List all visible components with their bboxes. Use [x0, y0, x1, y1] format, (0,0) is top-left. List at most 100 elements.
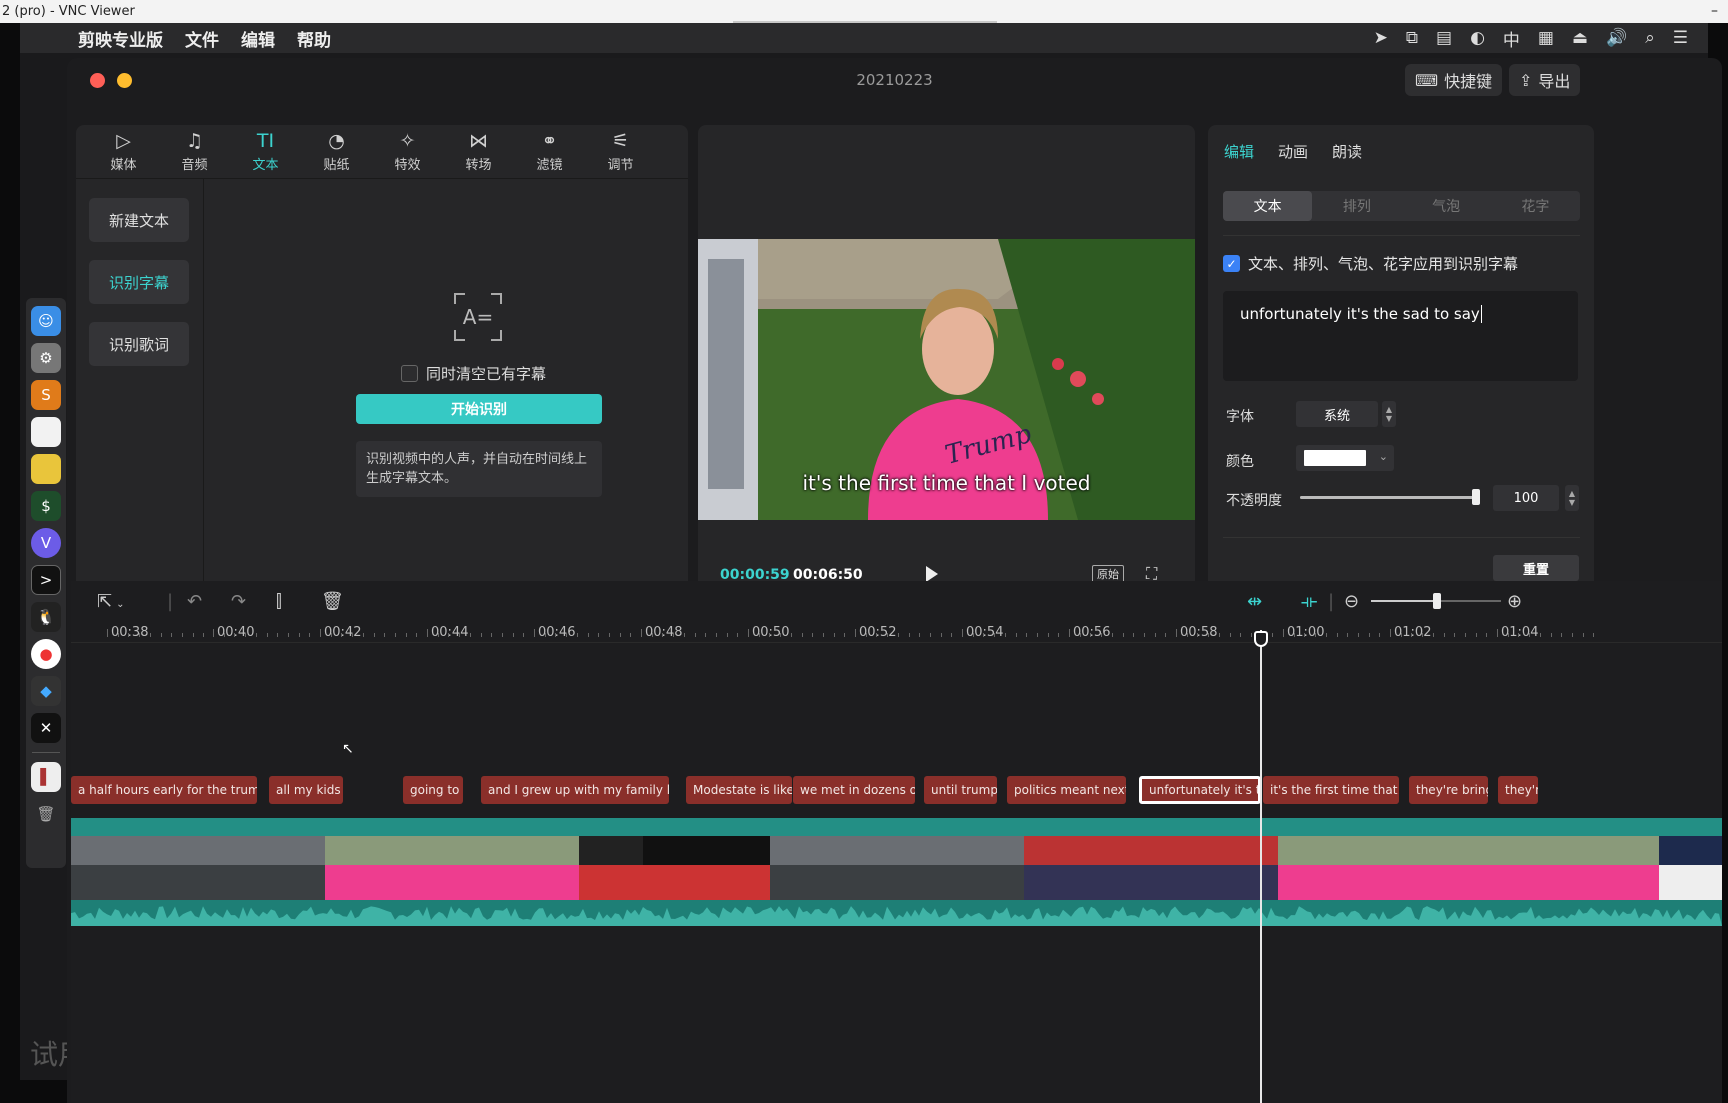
activity-icon[interactable]: $ [31, 491, 61, 521]
main-video-track[interactable] [71, 818, 1722, 926]
tool-text[interactable]: TI 文本 [230, 125, 301, 178]
display-icon[interactable]: ◐ [1470, 28, 1485, 48]
dock-separator [32, 752, 60, 753]
capcut-icon[interactable]: ✕ [31, 713, 61, 743]
stickies-icon[interactable] [31, 454, 61, 484]
play-icon[interactable] [926, 566, 938, 582]
playhead-handle[interactable] [1254, 631, 1268, 647]
notification-icon[interactable]: ☰ [1673, 28, 1688, 48]
subtitle-clip[interactable]: all my kids a [269, 776, 343, 804]
menu-file[interactable]: 文件 [185, 26, 219, 51]
start-recognize-button[interactable]: 开始识别 [356, 394, 602, 424]
opacity-slider-handle[interactable] [1472, 489, 1480, 505]
layout-icon[interactable]: ▦ [1538, 28, 1554, 48]
menu-edit[interactable]: 编辑 [241, 26, 275, 51]
sidebar-item-recognize-subtitles[interactable]: 识别字幕 [89, 260, 189, 304]
video-thumbnail [1341, 836, 1406, 900]
tab-read-aloud[interactable]: 朗读 [1332, 141, 1362, 162]
video-app-icon[interactable]: ◆ [31, 676, 61, 706]
chevron-down-icon: ▼ [1568, 498, 1576, 507]
subtitle-clip[interactable]: we met in dozens of i [793, 776, 915, 804]
volume-icon[interactable]: 🔊 [1606, 28, 1627, 48]
subtitle-clip[interactable]: it's the first time that I vo [1263, 776, 1399, 804]
ruler-minor-tick [1357, 633, 1359, 637]
spotlight-icon[interactable]: ⌕ [1645, 28, 1655, 48]
clipboard-icon[interactable]: ▤ [1436, 28, 1452, 48]
location-icon[interactable]: ➤ [1374, 28, 1388, 48]
sublime-icon[interactable]: S [31, 380, 61, 410]
screens-icon[interactable]: ⧉ [1406, 28, 1418, 48]
snap-icon[interactable]: ⇹ [1247, 591, 1262, 612]
ruler-minor-tick [352, 633, 354, 637]
ruler-minor-tick [203, 633, 205, 637]
segment-fancy-text[interactable]: 花字 [1491, 191, 1580, 221]
zoom-in-icon[interactable]: ⊕ [1507, 591, 1522, 612]
clear-existing-row[interactable]: 同时清空已有字幕 [401, 363, 546, 384]
subtitle-clip-selected[interactable]: unfortunately it's th [1139, 776, 1261, 804]
tool-effects[interactable]: ✧ 特效 [372, 125, 443, 178]
menubar-tray: ➤ ⧉ ▤ ◐ 中 ▦ ⏏ 🔊 ⌕ ☰ [1374, 23, 1688, 53]
reset-button[interactable]: 重置 [1493, 555, 1579, 581]
subtitle-clip[interactable]: they're bringi [1409, 776, 1488, 804]
delete-icon[interactable]: 🗑 [321, 591, 344, 612]
trash-icon[interactable]: 🗑 [31, 799, 61, 829]
tab-edit[interactable]: 编辑 [1224, 141, 1254, 162]
sidebar-item-new-text[interactable]: 新建文本 [89, 198, 189, 242]
zoom-slider-handle[interactable] [1433, 593, 1441, 609]
menu-app[interactable]: 剪映专业版 [78, 26, 163, 51]
opacity-stepper[interactable]: ▲ ▼ [1565, 485, 1579, 511]
color-picker[interactable]: ⌄ [1296, 445, 1394, 471]
subtitle-clip[interactable]: and I grew up with my family loving [481, 776, 669, 804]
terminal-icon[interactable]: > [31, 565, 61, 595]
timeline-ruler[interactable]: 00:38 00:40 00:42 00:44 00:46 00:48 00:50 00:52… [71, 621, 1722, 643]
menu-help[interactable]: 帮助 [297, 26, 331, 51]
select-tool-icon[interactable]: ⇱ ⌄ [97, 591, 124, 612]
shortcut-button[interactable]: ⌨ 快捷键 [1405, 64, 1503, 96]
input-method-icon[interactable]: 中 [1503, 26, 1520, 51]
sidebar-item-recognize-lyrics[interactable]: 识别歌词 [89, 322, 189, 366]
qq-icon[interactable]: 🐧 [31, 602, 61, 632]
apply-to-subtitles-row[interactable]: ✓ 文本、排列、气泡、花字应用到识别字幕 [1223, 253, 1518, 274]
tool-adjust[interactable]: ⚟ 调节 [585, 125, 656, 178]
subtitle-clip[interactable]: going to n [403, 776, 463, 804]
redo-icon[interactable]: ↷ [231, 591, 246, 612]
browser-icon[interactable]: V [31, 528, 61, 558]
finder-icon[interactable]: ☺ [31, 306, 61, 336]
link-icon[interactable]: ⟛ [1301, 591, 1317, 612]
opacity-slider[interactable] [1300, 489, 1480, 505]
segment-bubble[interactable]: 气泡 [1402, 191, 1491, 221]
segment-text[interactable]: 文本 [1223, 191, 1313, 221]
zoom-slider[interactable] [1371, 593, 1501, 609]
segment-arrange[interactable]: 排列 [1312, 191, 1401, 221]
subtitle-clip[interactable]: until trump c [924, 776, 997, 804]
split-icon[interactable]: ⫿ [276, 591, 282, 612]
undo-icon[interactable]: ↶ [187, 591, 202, 612]
tool-sticker[interactable]: ◔ 贴纸 [301, 125, 372, 178]
tool-audio[interactable]: ♫ 音频 [159, 125, 230, 178]
tab-animation[interactable]: 动画 [1278, 141, 1308, 162]
video-preview[interactable]: Trump it's the first time that I voted [698, 239, 1195, 520]
playhead[interactable] [1260, 630, 1262, 1103]
chrome-icon[interactable]: ● [31, 639, 61, 669]
subtitle-clip[interactable]: Modestate is like n [686, 776, 792, 804]
opacity-input[interactable]: 100 [1493, 485, 1559, 511]
notes-icon[interactable] [31, 417, 61, 447]
timeline-divider-icon: | [167, 591, 174, 612]
tool-filter[interactable]: ⚭ 滤镜 [514, 125, 585, 178]
system-preferences-icon[interactable]: ⚙ [31, 343, 61, 373]
export-button[interactable]: ⇪ 导出 [1509, 64, 1581, 96]
checkmark-icon[interactable]: ✓ [1223, 255, 1240, 272]
subtitle-text-input[interactable]: unfortunately it's the sad to say [1223, 291, 1578, 381]
subtitle-clip[interactable]: they'r [1498, 776, 1538, 804]
font-select[interactable]: 系统 [1296, 401, 1378, 427]
tool-media[interactable]: ▷ 媒体 [88, 125, 159, 178]
subtitle-clip[interactable]: politics meant next to [1007, 776, 1126, 804]
vnc-minimize-button[interactable]: – [1711, 0, 1718, 23]
tool-transition[interactable]: ⋈ 转场 [443, 125, 514, 178]
zoom-out-icon[interactable]: ⊖ [1344, 591, 1359, 612]
eject-icon[interactable]: ⏏ [1572, 28, 1588, 48]
font-stepper[interactable]: ▲ ▼ [1382, 401, 1396, 427]
clear-existing-checkbox[interactable] [401, 365, 418, 382]
document-icon[interactable]: ▌ [31, 762, 61, 792]
subtitle-clip[interactable]: a half hours early for the trump rally [71, 776, 257, 804]
